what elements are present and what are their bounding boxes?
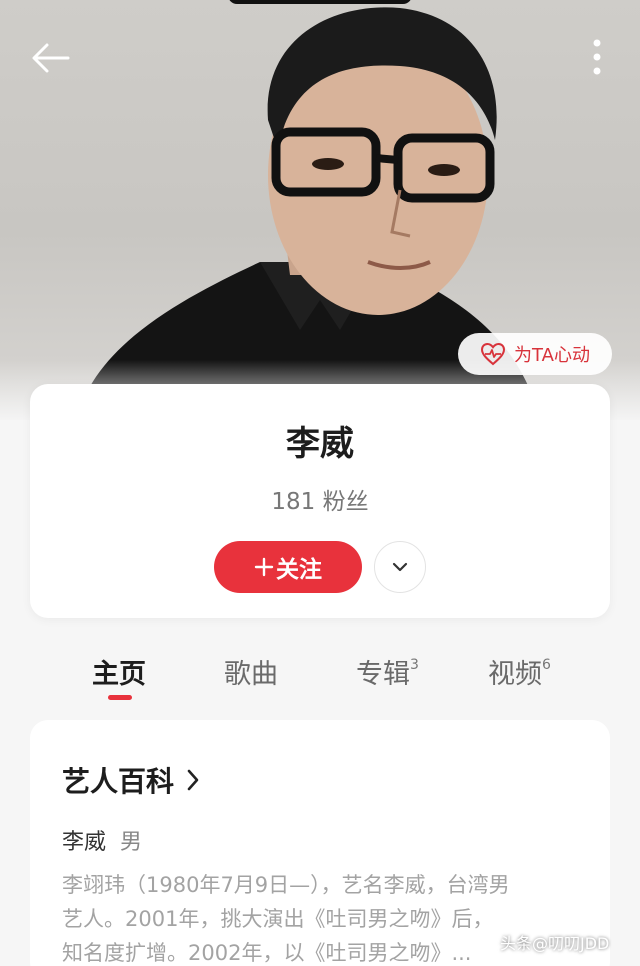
watermark: 头条@叨叨JDD (500, 934, 610, 953)
heart-for-artist-button[interactable]: 为TA心动 (458, 333, 612, 375)
artist-name-gender: 李威男 (62, 824, 142, 856)
tab-albums[interactable]: 专辑3 (356, 652, 419, 691)
back-button[interactable] (28, 36, 72, 80)
artist-gender: 男 (120, 830, 143, 855)
heart-pulse-icon (481, 342, 506, 366)
arrow-left-icon (32, 43, 70, 73)
tab-videos[interactable]: 视频6 (488, 652, 551, 691)
tab-albums-count: 3 (410, 657, 419, 673)
plus-icon (254, 557, 274, 577)
tab-videos-label: 视频 (488, 659, 542, 690)
tab-songs-label: 歌曲 (224, 659, 278, 690)
heart-button-label: 为TA心动 (514, 345, 590, 366)
expand-similar-button[interactable] (374, 541, 426, 593)
section-title: 艺人百科 (62, 765, 175, 798)
tab-home-label: 主页 (92, 659, 146, 690)
tab-home[interactable]: 主页 (92, 652, 146, 691)
artist-encyclopedia-link[interactable]: 艺人百科 (62, 760, 200, 800)
profile-card: 李威 181 粉丝 关注 (30, 384, 610, 618)
follow-button[interactable]: 关注 (214, 541, 362, 593)
follow-label: 关注 (276, 557, 322, 583)
fans-count: 181 粉丝 (271, 489, 369, 515)
chevron-right-icon (187, 769, 199, 791)
more-options-button[interactable] (580, 34, 614, 80)
artist-name: 李威 (286, 424, 354, 464)
chevron-down-icon (392, 562, 408, 572)
tab-albums-label: 专辑 (356, 659, 410, 690)
tab-videos-count: 6 (542, 657, 551, 673)
active-tab-indicator (108, 695, 132, 700)
bio-line: 李翊玮（1980年7月9日—），艺名李威，台湾男 (62, 873, 510, 897)
tab-songs[interactable]: 歌曲 (224, 652, 278, 691)
artist-info-name: 李威 (62, 830, 107, 855)
vertical-dots-icon (593, 39, 601, 75)
